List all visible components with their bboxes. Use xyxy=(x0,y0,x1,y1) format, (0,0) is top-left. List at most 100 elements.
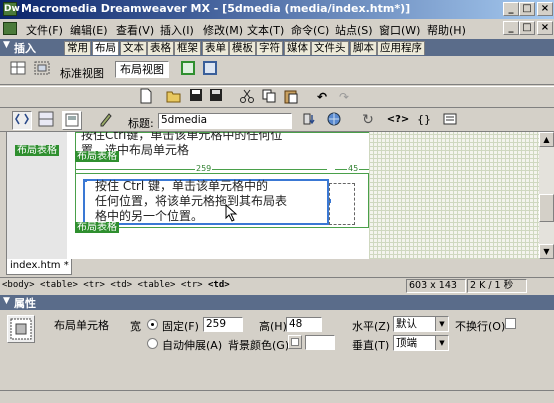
document-title-input[interactable]: 5dmedia xyxy=(158,113,292,129)
vertical-align-value: 顶端 xyxy=(396,337,417,349)
window-size-readout[interactable]: 603 x 143 xyxy=(406,279,466,293)
insert-table-icon[interactable] xyxy=(178,60,198,79)
scroll-thumb[interactable] xyxy=(539,194,554,222)
layout-table-label-inner[interactable]: 布局表格 xyxy=(75,222,119,233)
reference-icon[interactable]: <?> xyxy=(386,111,410,130)
tag-tr[interactable]: <tr> xyxy=(83,280,105,290)
tab-media[interactable]: 媒体 xyxy=(284,41,311,55)
color-picker-swatch[interactable] xyxy=(288,335,302,349)
horizontal-align-select[interactable]: 默认 ▼ xyxy=(393,316,449,332)
tab-common[interactable]: 常用 xyxy=(64,41,91,55)
tab-frames[interactable]: 框架 xyxy=(174,41,201,55)
menu-edit[interactable]: 编辑(E) xyxy=(70,22,108,38)
file-management-icon[interactable] xyxy=(300,111,320,130)
document-tab[interactable]: index.htm * xyxy=(6,259,72,275)
layout-table-icon[interactable] xyxy=(8,60,28,79)
undo-icon[interactable]: ↶ xyxy=(312,88,332,107)
document-icon[interactable] xyxy=(3,22,17,35)
menu-window[interactable]: 窗口(W) xyxy=(379,22,420,38)
insert-div-icon[interactable] xyxy=(200,60,220,79)
chevron-down-icon[interactable]: ▼ xyxy=(435,336,448,350)
tab-characters[interactable]: 字符 xyxy=(256,41,283,55)
menu-help[interactable]: 帮助(H) xyxy=(427,22,466,38)
height-label: 高(H) xyxy=(259,320,287,333)
doc-minimize-button[interactable]: _ xyxy=(503,21,519,35)
code-view-icon[interactable] xyxy=(12,111,32,130)
autostretch-radio[interactable] xyxy=(147,338,158,349)
cut-icon[interactable] xyxy=(237,88,257,107)
tab-head[interactable]: 文件头 xyxy=(311,41,349,55)
doc-restore-button[interactable]: □ xyxy=(519,21,535,35)
live-data-icon[interactable] xyxy=(96,111,116,130)
menu-insert[interactable]: 插入(I) xyxy=(160,22,194,38)
menu-modify[interactable]: 修改(M) xyxy=(203,22,243,38)
tab-script[interactable]: 脚本 xyxy=(350,41,377,55)
tag-table-inner[interactable]: <table> xyxy=(138,280,176,290)
menu-view[interactable]: 查看(V) xyxy=(116,22,154,38)
new-file-icon[interactable] xyxy=(136,88,156,107)
autostretch-label[interactable]: 自动伸展(A) xyxy=(162,337,222,353)
document-tab-row xyxy=(0,259,554,276)
menu-file[interactable]: 文件(F) xyxy=(26,22,63,38)
open-folder-icon[interactable] xyxy=(164,88,184,107)
preview-browser-icon[interactable] xyxy=(324,111,344,130)
standard-view-label[interactable]: 标准视图 xyxy=(60,65,104,81)
tab-application[interactable]: 应用程序 xyxy=(377,41,425,55)
window-title: Macromedia Dreamweaver MX - [5dmedia (me… xyxy=(21,2,411,15)
design-view[interactable]: 按住Ctrl键，单击该单元格中的任何位 置，选中布局单元格 布局表格 布局表格 … xyxy=(6,132,539,259)
save-icon[interactable] xyxy=(186,88,206,107)
chevron-down-icon[interactable]: ▼ xyxy=(435,317,448,331)
close-button[interactable]: × xyxy=(537,2,553,16)
layout-table-label-outer[interactable]: 布局表格 xyxy=(15,145,59,156)
design-view-icon[interactable] xyxy=(62,111,82,130)
tab-tables[interactable]: 表格 xyxy=(147,41,174,55)
tab-templates[interactable]: 模板 xyxy=(229,41,256,55)
properties-collapse-icon[interactable]: ▼ xyxy=(3,296,10,306)
width-label: 宽 xyxy=(130,320,141,333)
code-navigation-icon[interactable]: {} xyxy=(414,111,434,130)
resize-handle-top-left[interactable] xyxy=(84,179,87,182)
redo-icon[interactable]: ↷ xyxy=(334,88,354,107)
menu-commands[interactable]: 命令(C) xyxy=(291,22,329,38)
draw-layout-cell-icon[interactable] xyxy=(32,60,52,79)
download-size-readout: 2 K / 1 秒 xyxy=(467,279,527,293)
menu-text[interactable]: 文本(T) xyxy=(247,22,284,38)
copy-icon[interactable] xyxy=(259,88,279,107)
scroll-down-icon[interactable]: ▼ xyxy=(539,244,554,259)
tag-body[interactable]: <body> xyxy=(2,280,35,290)
tag-td[interactable]: <td> xyxy=(110,280,132,290)
tag-table[interactable]: <table> xyxy=(40,280,78,290)
tab-text[interactable]: 文本 xyxy=(120,41,147,55)
minimize-button[interactable]: _ xyxy=(503,2,519,16)
refresh-icon[interactable]: ↻ xyxy=(358,111,378,130)
cell-text-line2: 任何位置，将该单元格拖到其布局表 xyxy=(95,194,288,208)
vertical-align-select[interactable]: 顶端 ▼ xyxy=(393,335,449,351)
width-input[interactable]: 259 xyxy=(203,317,243,332)
paste-icon[interactable] xyxy=(281,88,301,107)
dreamweaver-app-icon[interactable]: Dw xyxy=(3,2,20,16)
bgcolor-input[interactable] xyxy=(305,335,335,350)
save-all-icon[interactable] xyxy=(206,88,226,107)
insert-panel-title: 插入 xyxy=(14,42,36,55)
layout-table-label-upper[interactable]: 布局表格 xyxy=(75,151,119,162)
view-options-icon[interactable] xyxy=(440,111,460,130)
height-input[interactable]: 48 xyxy=(286,317,322,332)
maximize-button[interactable]: □ xyxy=(519,2,535,16)
top-cell-text-line1: 按住Ctrl键，单击该单元格中的任何位 xyxy=(81,132,283,142)
tag-td-selected[interactable]: <td> xyxy=(208,280,230,290)
fixed-width-label[interactable]: 固定(F) xyxy=(162,318,199,334)
vertical-scrollbar[interactable]: ▲ ▼ xyxy=(539,132,554,259)
layout-view-button[interactable]: 布局视图 xyxy=(115,61,169,78)
standard-toolbar: ↶ ↷ xyxy=(0,86,554,108)
split-view-icon[interactable] xyxy=(36,111,56,130)
fixed-width-radio[interactable] xyxy=(147,319,158,330)
tag-tr-inner[interactable]: <tr> xyxy=(181,280,203,290)
scroll-up-icon[interactable]: ▲ xyxy=(539,132,554,147)
panel-divider xyxy=(0,390,554,391)
tab-forms[interactable]: 表单 xyxy=(202,41,229,55)
doc-close-button[interactable]: × xyxy=(537,21,553,35)
menu-site[interactable]: 站点(S) xyxy=(335,22,373,38)
collapse-arrow-icon[interactable]: ▼ xyxy=(3,40,10,50)
tab-layout[interactable]: 布局 xyxy=(92,41,119,55)
no-wrap-checkbox[interactable] xyxy=(505,318,516,329)
